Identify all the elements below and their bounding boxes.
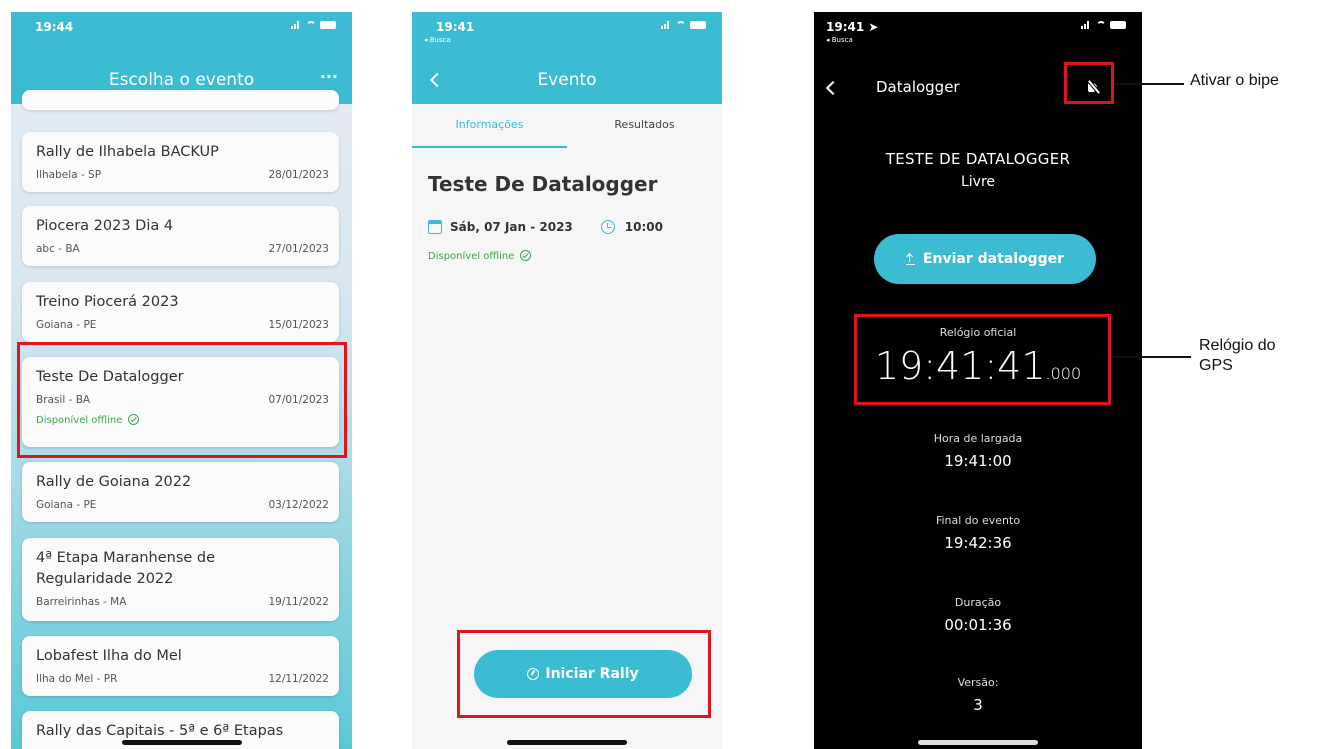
callout-line-gps bbox=[1111, 356, 1191, 358]
signal-icon bbox=[291, 21, 302, 29]
datalogger-screen: 19:41 ➤ ◂ Busca Datalogger TESTE DE DATA… bbox=[814, 12, 1142, 749]
highlight-box bbox=[854, 314, 1111, 405]
event-name: Rally de Goiana 2022 bbox=[36, 474, 192, 490]
list-item[interactable]: Piocera 2023 Dia 4 abc - BA 27/01/2023 bbox=[22, 206, 339, 266]
callout-gps-clock: Relógio do GPS bbox=[1199, 337, 1276, 374]
highlight-box bbox=[17, 342, 347, 458]
callout-line-beep bbox=[1114, 83, 1184, 85]
event-name: Lobafest Ilha do Mel bbox=[36, 648, 182, 664]
wifi-icon bbox=[306, 21, 316, 29]
tab-informacoes[interactable]: Informações bbox=[412, 104, 567, 148]
list-item[interactable]: Rally de Goiana 2022 Goiana - PE 03/12/20… bbox=[22, 462, 339, 522]
event-place: Goiana - PE bbox=[36, 499, 97, 511]
event-title: Teste De Datalogger bbox=[428, 172, 658, 196]
send-datalogger-button[interactable]: Enviar datalogger bbox=[874, 234, 1096, 284]
page-title: Escolha o evento bbox=[108, 70, 255, 90]
event-place: abc - BA bbox=[36, 243, 80, 255]
event-date: 03/12/2022 bbox=[268, 499, 329, 511]
event-name: Treino Piocerá 2023 bbox=[36, 294, 179, 310]
upload-icon bbox=[905, 253, 915, 265]
event-date: Sáb, 07 Jan - 2023 bbox=[450, 220, 573, 234]
event-mode: Livre bbox=[960, 174, 996, 190]
back-chevron-icon[interactable] bbox=[825, 80, 841, 96]
offline-status: Disponível offline bbox=[428, 250, 531, 262]
list-item[interactable]: Treino Piocerá 2023 Goiana - PE 15/01/202… bbox=[22, 282, 339, 342]
duration-label: Duração bbox=[954, 596, 1002, 609]
event-name: Rally das Capitais - 5ª e 6ª Etapas bbox=[36, 723, 284, 739]
event-detail-screen: 19:41 ◂ Busca Evento Informações Resulta… bbox=[412, 12, 722, 749]
list-item[interactable]: Rally de Ilhabela BACKUP Ilhabela - SP 28… bbox=[22, 132, 339, 192]
highlight-box bbox=[457, 630, 711, 718]
event-list-screen: 19:44 Escolha o evento ··· Rally de Ilha… bbox=[11, 12, 352, 749]
system-icons bbox=[291, 21, 336, 29]
status-time: 19:44 bbox=[35, 20, 74, 34]
event-name: Piocera 2023 Dia 4 bbox=[36, 218, 174, 234]
signal-icon bbox=[1081, 21, 1092, 29]
system-icons bbox=[661, 21, 706, 29]
version-value: 3 bbox=[973, 696, 983, 714]
start-time-label: Hora de largada bbox=[933, 432, 1023, 445]
home-indicator bbox=[507, 740, 627, 745]
end-time-label: Final do evento bbox=[935, 514, 1021, 527]
home-indicator bbox=[918, 740, 1038, 745]
tab-resultados[interactable]: Resultados bbox=[567, 104, 722, 148]
send-datalogger-label: Enviar datalogger bbox=[922, 251, 1065, 267]
version-label: Versão: bbox=[957, 676, 999, 689]
calendar-icon bbox=[428, 220, 442, 234]
event-time: 10:00 bbox=[624, 220, 663, 234]
event-date: 19/11/2022 bbox=[268, 596, 329, 608]
event-datetime: Sáb, 07 Jan - 2023 10:00 bbox=[428, 220, 663, 234]
back-to-app-link[interactable]: ◂ Busca bbox=[424, 36, 451, 44]
event-date: 15/01/2023 bbox=[268, 319, 329, 331]
event-date: 28/01/2023 bbox=[268, 169, 329, 181]
list-item-partial[interactable] bbox=[22, 90, 339, 110]
list-item[interactable]: 4ª Etapa Maranhense de Regularidade 2022… bbox=[22, 538, 339, 621]
list-item[interactable]: Lobafest Ilha do Mel Ilha do Mel - PR 12/… bbox=[22, 636, 339, 696]
event-name: TESTE DE DATALOGGER bbox=[885, 150, 1071, 168]
home-indicator bbox=[121, 740, 242, 745]
highlight-box bbox=[1064, 62, 1114, 104]
header: 19:41 ◂ Busca Evento bbox=[412, 12, 722, 104]
event-place: Goiana - PE bbox=[36, 319, 97, 331]
more-options-button[interactable]: ··· bbox=[320, 67, 338, 86]
status-bar: 19:41 ➤ ◂ Busca bbox=[814, 12, 1142, 52]
start-time-value: 19:41:00 bbox=[944, 452, 1012, 470]
event-name: Rally de Ilhabela BACKUP bbox=[36, 144, 219, 160]
event-name: 4ª Etapa Maranhense de Regularidade 2022 bbox=[36, 550, 216, 587]
status-bar: 19:44 bbox=[11, 12, 352, 52]
wifi-icon bbox=[1096, 21, 1106, 29]
battery-icon bbox=[320, 21, 336, 29]
clock-icon bbox=[600, 220, 615, 234]
duration-value: 00:01:36 bbox=[944, 616, 1012, 634]
signal-icon bbox=[661, 21, 672, 29]
event-date: 12/11/2022 bbox=[268, 673, 329, 685]
system-icons bbox=[1081, 21, 1126, 29]
battery-icon bbox=[1110, 21, 1126, 29]
status-bar: 19:41 ◂ Busca bbox=[412, 12, 722, 52]
back-to-app-link[interactable]: ◂ Busca bbox=[826, 36, 853, 44]
event-place: Barreirinhas - MA bbox=[36, 596, 127, 608]
page-title: Evento bbox=[537, 70, 597, 90]
tab-bar: Informações Resultados bbox=[412, 104, 722, 148]
wifi-icon bbox=[676, 21, 686, 29]
callout-beep: Ativar o bipe bbox=[1190, 72, 1279, 89]
event-date: 27/01/2023 bbox=[268, 243, 329, 255]
event-place: Ilhabela - SP bbox=[36, 169, 102, 181]
battery-icon bbox=[690, 21, 706, 29]
check-circle-icon bbox=[519, 250, 531, 261]
status-time: 19:41 ➤ bbox=[826, 20, 879, 34]
event-place: Ilha do Mel - PR bbox=[36, 673, 118, 685]
end-time-value: 19:42:36 bbox=[944, 534, 1012, 552]
page-title: Datalogger bbox=[876, 78, 960, 96]
status-time: 19:41 bbox=[436, 20, 475, 34]
